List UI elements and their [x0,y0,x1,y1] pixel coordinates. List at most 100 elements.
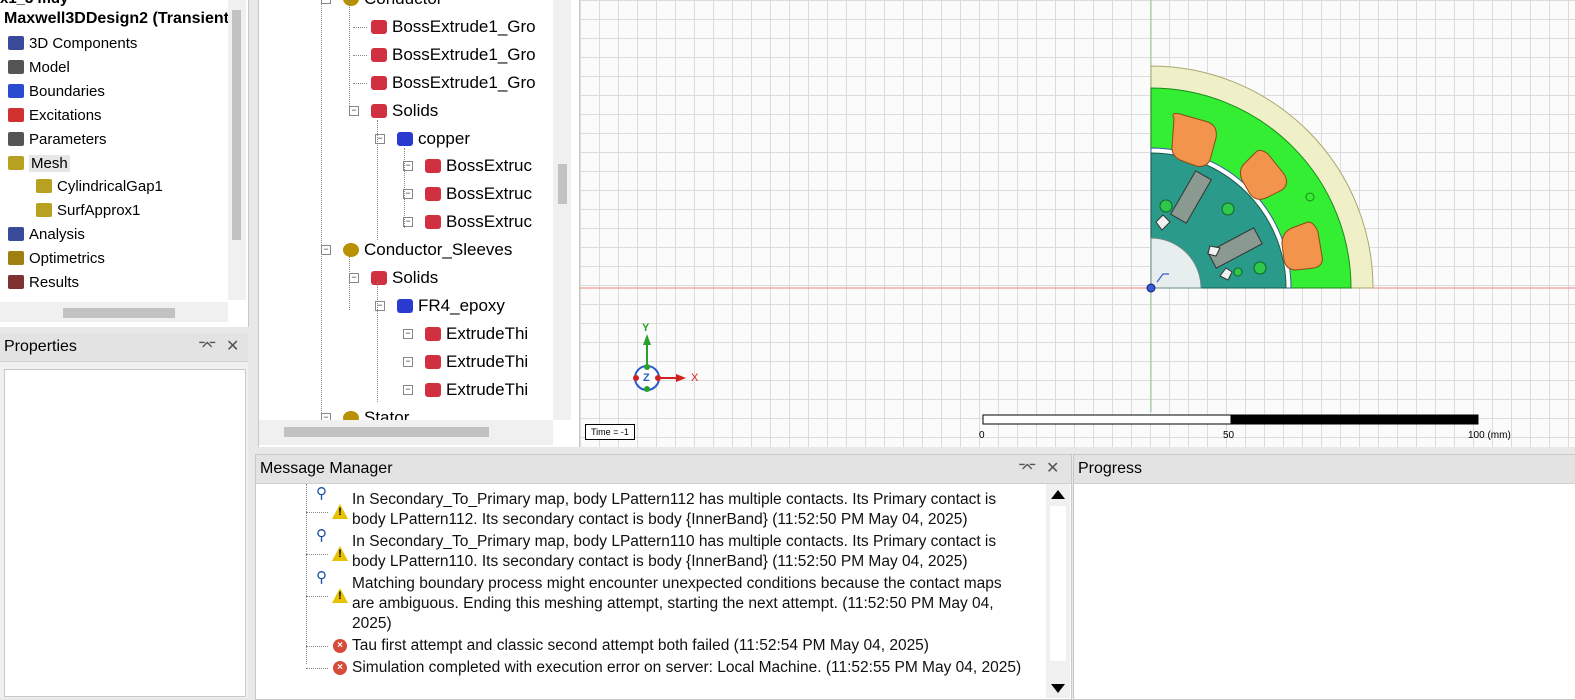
project-tree-item[interactable]: Mesh [8,153,70,175]
project-tree-item[interactable]: CylindricalGap1 [36,176,163,198]
project-tree-item-label: Boundaries [29,82,105,100]
model-tree-item-label: BossExtruc [446,184,532,204]
model-tree-item[interactable]: ExtrudeThi [425,379,528,401]
design-node[interactable]: Maxwell3DDesign2 (Transient) [4,8,234,30]
close-icon[interactable]: ✕ [1046,455,1059,483]
model-tree-item[interactable]: Solids [371,267,438,289]
model-tree-item[interactable]: ExtrudeThi [425,323,528,345]
message-list-vscroll[interactable] [1046,484,1070,698]
scroll-up-icon[interactable] [1051,490,1065,499]
message-text: 2025) [352,615,392,632]
model-tree-item[interactable]: BossExtrude1_Gro [371,44,536,66]
project-tree-item[interactable]: Optimetrics [8,248,105,270]
boundaries-icon [8,83,24,98]
results-icon [8,275,24,289]
project-tree-item[interactable]: Parameters [8,129,107,151]
optimetrics-icon [8,251,24,266]
project-tree-vscroll[interactable] [228,0,246,300]
tree-expander-icon[interactable]: − [349,105,359,116]
solid-icon [425,326,441,341]
error-icon: × [333,639,347,653]
parameters-icon [8,131,24,146]
scale-bar-black [1230,414,1479,425]
model-tree-vscroll-thumb[interactable] [558,164,567,204]
model-tree-item[interactable]: BossExtrude1_Gro [371,72,536,94]
group-icon [343,0,359,6]
solid-icon [425,382,441,397]
viewport-canvas[interactable] [580,0,1575,447]
magnifier-icon: ⚲ [316,569,327,586]
model-tree-item[interactable]: BossExtruc [425,155,532,177]
model-tree-item[interactable]: Solids [371,100,438,122]
project-tree-item[interactable]: Model [8,57,70,79]
modeler-viewport[interactable]: Y Z X Time = -1 0 50 100 (mm) [580,0,1575,447]
model-tree-hscroll-thumb[interactable] [284,427,489,437]
rotor-hole-shape [1233,267,1243,277]
model-tree[interactable]: Conductor − BossExtrude1_Gro BossExtrude1_G… [258,0,580,447]
close-icon[interactable]: ✕ [226,333,239,361]
message-text: Simulation completed with execution erro… [352,659,1022,676]
excitations-icon [8,107,24,122]
pin-icon[interactable]: ⌤ [198,333,216,361]
model-tree-item[interactable]: Conductor_Sleeves [343,239,512,261]
model-tree-item-label: FR4_epoxy [418,295,505,315]
model-tree-vscroll[interactable] [553,0,571,420]
model-icon [8,59,24,74]
tree-expander-icon[interactable]: − [403,356,413,367]
model-tree-item-label: BossExtrude1_Gro [392,16,536,36]
properties-header: Properties ⌤ ✕ [0,333,248,362]
model-tree-item[interactable]: BossExtrude1_Gro [371,16,536,38]
message-text: In Secondary_To_Primary map, body LPatte… [352,491,997,508]
message-list[interactable]: ⚲! In Secondary_To_Primary map, body LPat… [256,484,1046,698]
model-tree-item[interactable]: FR4_epoxy [397,295,505,317]
properties-grid[interactable] [4,369,246,697]
project-tree-vscroll-thumb[interactable] [232,10,241,240]
model-tree-item[interactable]: ExtrudeThi [425,351,528,373]
model-tree-item[interactable]: copper [397,128,470,150]
project-tree-hscroll-thumb[interactable] [63,308,175,318]
solid-icon [425,215,441,230]
material-icon [397,131,413,146]
progress-header: Progress [1074,455,1575,484]
tree-expander-icon[interactable]: − [321,0,331,4]
message-list-vscroll-thumb[interactable] [1050,506,1066,661]
project-tree-item[interactable]: 3D Components [8,33,137,55]
project-tree-item[interactable]: Boundaries [8,81,105,103]
project-tree-hscroll[interactable] [0,302,228,322]
rotor-hole-shape [1253,261,1267,275]
message-text: body LPattern112. Its secondary contact … [352,511,968,528]
magnifier-icon: ⚲ [316,485,327,502]
properties-panel: Properties ⌤ ✕ [0,333,248,698]
project-manager-tree[interactable]: x1_3 mdy Maxwell3DDesign2 (Transient) 3D… [0,0,249,327]
tree-expander-icon[interactable]: − [403,384,413,395]
scroll-down-icon[interactable] [1051,684,1065,693]
tree-expander-icon[interactable]: − [321,245,331,256]
triad-x-label: X [691,372,699,384]
pin-icon[interactable]: ⌤ [1018,455,1036,483]
project-tree-item-label: Parameters [29,130,107,148]
warning-icon-mark: ! [338,548,342,560]
tree-expander-icon[interactable]: − [349,273,359,283]
model-tree-hscroll[interactable] [259,420,553,445]
model-tree-item-label: Solids [392,268,439,287]
message-text: Tau first attempt and classic second att… [352,637,929,654]
project-tree-item[interactable]: SurfApprox1 [36,200,140,222]
model-tree-item[interactable]: BossExtruc [425,211,532,233]
triad-y-label: Y [642,322,650,334]
model-tree-item[interactable]: BossExtruc [425,183,532,205]
project-tree-item[interactable]: Excitations [8,105,102,127]
project-tree-item[interactable]: Results [8,272,79,294]
model-tree-item-label: ExtrudeThi [446,351,529,371]
model-tree-item-label: BossExtruc [446,156,532,176]
model-tree-item[interactable]: Conductor [343,0,442,10]
project-tree-item-label: Optimetrics [29,250,105,268]
project-tree-item[interactable]: Analysis [8,224,85,246]
scale-bar-white [982,414,1232,425]
tree-expander-icon[interactable]: − [403,328,413,339]
properties-title: Properties [4,338,77,355]
project-tree-item-label: SurfApprox1 [57,202,141,220]
stator-hole-shape [1305,192,1315,202]
message-text: are ambiguous. Ending this meshing attem… [352,595,994,612]
message-manager-header: Message Manager ⌤ ✕ [256,455,1071,484]
solid-icon [371,75,387,90]
